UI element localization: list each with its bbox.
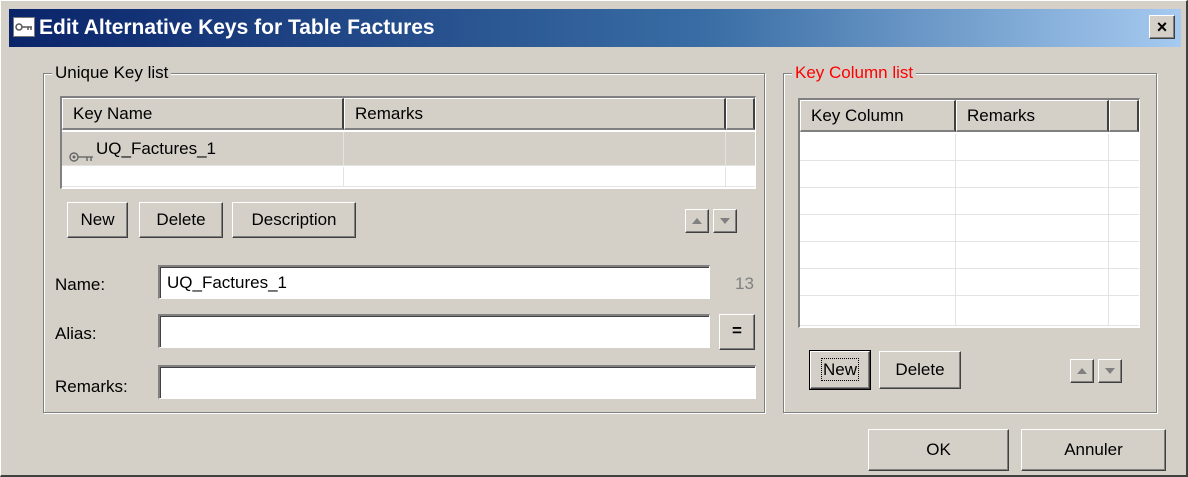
column-header-key-name[interactable]: Key Name bbox=[62, 98, 344, 130]
window-title: Edit Alternative Keys for Table Factures bbox=[39, 16, 435, 39]
list-item bbox=[800, 242, 1139, 269]
arrow-down-icon bbox=[1105, 368, 1115, 374]
column-move-up-button[interactable] bbox=[1070, 359, 1094, 383]
empty-cell bbox=[800, 215, 956, 241]
empty-cell bbox=[800, 242, 956, 268]
delete-key-button[interactable]: Delete bbox=[139, 202, 223, 238]
empty-cell bbox=[800, 269, 956, 295]
list-item bbox=[800, 134, 1139, 161]
key-column-legend: Key Column list bbox=[792, 62, 917, 84]
close-icon: × bbox=[1156, 17, 1168, 37]
key-icon bbox=[68, 142, 94, 162]
remarks-field[interactable] bbox=[158, 365, 756, 399]
list-item bbox=[800, 269, 1139, 296]
empty-cell bbox=[62, 167, 344, 186]
empty-cell bbox=[956, 242, 1109, 268]
empty-cell bbox=[800, 296, 956, 325]
empty-cell bbox=[956, 296, 1109, 325]
remarks-label: Remarks: bbox=[55, 377, 128, 396]
key-icon bbox=[13, 17, 35, 37]
cancel-label: Annuler bbox=[1064, 440, 1123, 459]
unique-key-list[interactable]: Key Name Remarks UQ_Factures_1 bbox=[60, 96, 756, 189]
remarks-cell bbox=[344, 132, 726, 165]
table-row[interactable]: UQ_Factures_1 bbox=[62, 132, 755, 166]
arrow-down-icon bbox=[720, 218, 730, 224]
description-label: Description bbox=[251, 210, 337, 229]
delete-column-label: Delete bbox=[895, 360, 945, 379]
title-bar[interactable]: Edit Alternative Keys for Table Factures… bbox=[9, 9, 1181, 47]
list-item bbox=[800, 188, 1139, 215]
name-char-count: 13 bbox=[735, 274, 754, 293]
empty-cell bbox=[956, 269, 1109, 295]
name-label: Name: bbox=[55, 275, 106, 294]
name-field[interactable] bbox=[158, 265, 710, 299]
key-name-cell: UQ_Factures_1 bbox=[62, 132, 344, 165]
ok-button[interactable]: OK bbox=[868, 429, 1009, 471]
new-key-button[interactable]: New bbox=[67, 202, 128, 238]
unique-key-list-header: Key Name Remarks bbox=[62, 98, 755, 130]
dialog-window: Edit Alternative Keys for Table Factures… bbox=[0, 0, 1188, 477]
empty-cell bbox=[956, 134, 1109, 160]
alias-copy-button[interactable]: = bbox=[719, 314, 755, 350]
close-button[interactable]: × bbox=[1149, 15, 1175, 39]
column-header-filler bbox=[726, 98, 755, 130]
description-button[interactable]: Description bbox=[232, 202, 356, 238]
empty-cell bbox=[800, 161, 956, 187]
unique-key-legend: Unique Key list bbox=[52, 62, 172, 84]
new-key-label: New bbox=[80, 210, 115, 229]
list-item bbox=[800, 296, 1139, 326]
empty-cell bbox=[800, 134, 956, 160]
column-move-down-button[interactable] bbox=[1098, 359, 1122, 383]
move-down-button[interactable] bbox=[713, 209, 737, 233]
list-item bbox=[800, 215, 1139, 242]
empty-cell bbox=[800, 188, 956, 214]
alias-field[interactable] bbox=[158, 314, 710, 348]
delete-key-label: Delete bbox=[156, 210, 206, 229]
new-column-button[interactable]: New bbox=[809, 350, 871, 390]
delete-column-button[interactable]: Delete bbox=[879, 351, 961, 389]
arrow-up-icon bbox=[692, 218, 702, 224]
ok-label: OK bbox=[926, 440, 951, 459]
alias-label: Alias: bbox=[55, 324, 97, 343]
column-header-remarks[interactable]: Remarks bbox=[956, 100, 1109, 132]
key-column-list[interactable]: Key Column Remarks bbox=[798, 98, 1140, 328]
key-column-list-header: Key Column Remarks bbox=[800, 100, 1139, 132]
column-header-key-column[interactable]: Key Column bbox=[800, 100, 956, 132]
column-header-remarks[interactable]: Remarks bbox=[344, 98, 726, 130]
new-column-label: New bbox=[820, 358, 860, 381]
list-item bbox=[800, 161, 1139, 188]
list-item bbox=[62, 167, 755, 187]
arrow-up-icon bbox=[1077, 368, 1087, 374]
empty-cell bbox=[956, 161, 1109, 187]
cancel-button[interactable]: Annuler bbox=[1021, 429, 1166, 471]
empty-cell bbox=[956, 215, 1109, 241]
move-up-button[interactable] bbox=[685, 209, 709, 233]
equals-icon: = bbox=[732, 321, 742, 340]
empty-cell bbox=[956, 188, 1109, 214]
key-name-text: UQ_Factures_1 bbox=[96, 138, 216, 158]
column-header-filler bbox=[1109, 100, 1139, 132]
empty-cell bbox=[344, 167, 726, 186]
